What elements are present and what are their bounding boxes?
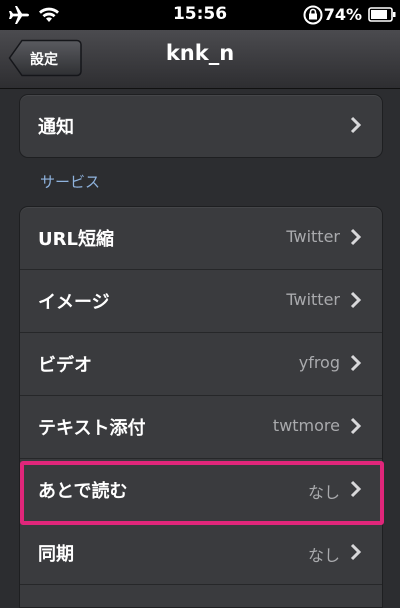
cell-video[interactable]: ビデオ yfrog [20,333,382,396]
chevron-right-icon [350,291,362,313]
cell-value: Twitter [286,290,340,309]
battery-percentage: 74% [323,5,362,24]
chevron-right-icon [350,543,362,565]
cell-image[interactable]: イメージ Twitter [20,270,382,333]
cell-label: イメージ [38,292,110,313]
notification-group: 通知 [19,94,383,158]
section-header-services: サービス [40,173,101,191]
cell-text-attachment[interactable]: テキスト添付 twtmore [20,396,382,459]
cell-value: twtmore [272,416,340,435]
battery-icon [368,7,396,26]
cell-value: なし [307,546,340,565]
chevron-right-icon [350,417,362,439]
cell-label: テキスト添付 [38,418,146,439]
services-group: URL短縮 Twitter イメージ Twitter ビデオ yfrog テキス… [19,206,383,608]
cell-value: なし [307,483,340,502]
cell-label: 同期 [38,544,74,565]
cell-notification[interactable]: 通知 [20,95,382,157]
cell-label: あとで読む [38,481,128,502]
settings-content: 通知 サービス URL短縮 Twitter イメージ Twitter ビデオ y… [0,89,400,608]
navigation-bar: 設定 knk_n [0,30,400,89]
cell-url-shortener[interactable]: URL短縮 Twitter [20,207,382,270]
cell-sync[interactable]: 同期 なし [20,522,382,585]
chevron-right-icon [350,480,362,502]
cell-read-later[interactable]: あとで読む なし [20,459,382,522]
cell-label: ビデオ [38,355,92,376]
status-bar: 15:56 74% [0,0,400,30]
page-title: knk_n [165,41,235,65]
rotation-lock-icon [302,4,324,30]
chevron-right-icon [350,354,362,376]
cell-label: URL短縮 [38,229,114,250]
cell-value: Twitter [286,227,340,246]
chevron-right-icon [350,228,362,250]
cell-label: 通知 [38,117,74,138]
cell-value: yfrog [298,353,340,372]
chevron-right-icon [350,116,362,138]
